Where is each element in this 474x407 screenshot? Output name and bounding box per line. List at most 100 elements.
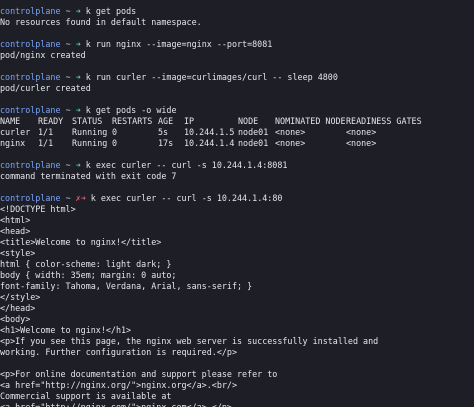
prompt-cwd: ~ [65,72,71,82]
output-line: <body> [0,314,30,325]
table-cell: 0 [112,127,118,137]
output-text: command terminated with exit code 7 [0,171,177,181]
command-text: k get pods [85,6,137,16]
table-header-cell: NODE [238,116,259,126]
prompt-cwd: ~ [65,160,71,170]
output-text: pod/curler created [0,83,91,93]
prompt-line: controlplane ~ ✗➜ k exec curler -- curl … [0,193,282,204]
output-line: html { color-scheme: light dark; } [0,259,171,270]
output-line: No resources found in default namespace. [0,17,202,28]
prompt-success-arrow-icon: ➜ [75,105,81,115]
output-text: <style> [0,248,36,258]
output-line: pod/curler created [0,83,91,94]
prompt-host: controlplane [0,193,61,203]
output-line: Commercial support is available at [0,391,171,402]
output-line: <a href="http://nginx.com/">nginx.com</a… [0,402,232,407]
prompt-host: controlplane [0,39,61,49]
output-text: No resources found in default namespace. [0,17,202,27]
table-header-cell: IP [184,116,195,126]
table-cell: 1/1 [38,138,54,148]
output-text: </style> [0,292,41,302]
output-line: <style> [0,248,35,259]
prompt-line: controlplane ~ ➜ k get pods -o wide [0,105,177,116]
output-line: </style> [0,292,40,303]
table-cell: Running [72,138,108,148]
prompt-line: controlplane ~ ➜ k exec curler -- curl -… [0,160,287,171]
output-text: <body> [0,314,31,324]
table-header-cell: NAME [0,116,21,126]
table-header-cell: READINESS GATES [346,116,422,126]
table-header-cell: NOMINATED NODE [275,116,346,126]
table-cell: Running [72,127,108,137]
table-cell: <none> [275,138,306,148]
prompt-cwd: ~ [65,105,71,115]
output-line: <p>If you see this page, the nginx web s… [0,336,378,347]
command-text: k run nginx --image=nginx --port=8081 [85,39,273,49]
output-line: <title>Welcome to nginx!</title> [0,237,161,248]
prompt-success-arrow-icon: ➜ [75,39,81,49]
prompt-host: controlplane [0,72,61,82]
output-text: pod/nginx created [0,50,86,60]
output-text: font-family: Tahoma, Verdana, Arial, san… [0,281,253,291]
output-line: pod/nginx created [0,50,86,61]
table-cell: node01 [238,127,269,137]
prompt-line: controlplane ~ ➜ k run curler --image=cu… [0,72,338,83]
table-header-cell: RESTARTS [112,116,153,126]
output-text: <a href="http://nginx.com/">nginx.com</a… [0,402,232,407]
output-text: html { color-scheme: light dark; } [0,259,172,269]
output-text: </head> [0,303,36,313]
output-line: <head> [0,226,30,237]
table-cell: 1/1 [38,127,54,137]
table-cell: 0 [112,138,118,148]
output-line: <html> [0,215,30,226]
output-text: <a href="http://nginx.org/">nginx.org</a… [0,380,237,390]
prompt-success-arrow-icon: ➜ [75,160,81,170]
output-line: <!DOCTYPE html> [0,204,76,215]
table-header-cell: READY [38,116,64,126]
output-text: <title>Welcome to nginx!</title> [0,237,162,247]
output-line: <p>For online documentation and support … [0,369,277,380]
output-line: font-family: Tahoma, Verdana, Arial, san… [0,281,252,292]
table-cell: <none> [275,127,306,137]
table-cell: 10.244.1.4 [184,138,235,148]
output-line: <a href="http://nginx.org/">nginx.org</a… [0,380,237,391]
output-text: <h1>Welcome to nginx!</h1> [0,325,132,335]
table-cell: node01 [238,138,269,148]
output-text: working. Further configuration is requir… [0,347,237,357]
terminal-window[interactable]: controlplane ~ ➜ k get pods No resources … [0,0,474,407]
output-line: </head> [0,303,35,314]
prompt-line: controlplane ~ ➜ k get pods [0,6,136,17]
output-text: Commercial support is available at [0,391,172,401]
output-line: <h1>Welcome to nginx!</h1> [0,325,131,336]
table-cell: 17s [158,138,174,148]
table-cell: 5s [158,127,169,137]
prompt-success-arrow-icon: ➜ [75,6,81,16]
output-text: <p>If you see this page, the nginx web s… [0,336,379,346]
prompt-host: controlplane [0,160,61,170]
command-text: k run curler --image=curlimages/curl -- … [85,72,338,82]
table-header-cell: STATUS [72,116,103,126]
prompt-success-arrow-icon: ➜ [80,193,86,203]
prompt-host: controlplane [0,105,61,115]
table-cell: <none> [346,138,377,148]
table-cell: <none> [346,127,377,137]
output-line: working. Further configuration is requir… [0,347,237,358]
table-header-cell: AGE [158,116,174,126]
output-text: <head> [0,226,31,236]
command-text: k exec curler -- curl -s 10.244.1.4:8081 [85,160,288,170]
output-line: body { width: 35em; margin: 0 auto; [0,270,176,281]
output-line: command terminated with exit code 7 [0,171,176,182]
prompt-cwd: ~ [65,39,71,49]
table-cell: curler [0,127,31,137]
prompt-host: controlplane [0,6,61,16]
table-cell: 10.244.1.5 [184,127,235,137]
output-text: <p>For online documentation and support … [0,369,278,379]
prompt-line: controlplane ~ ➜ k run nginx --image=ngi… [0,39,272,50]
prompt-cwd: ~ [65,6,71,16]
command-text: k get pods -o wide [85,105,177,115]
output-text: <!DOCTYPE html> [0,204,76,214]
output-text: <html> [0,215,31,225]
command-text: k exec curler -- curl -s 10.244.1.4:80 [90,193,283,203]
prompt-success-arrow-icon: ➜ [75,72,81,82]
output-text: body { width: 35em; margin: 0 auto; [0,270,177,280]
